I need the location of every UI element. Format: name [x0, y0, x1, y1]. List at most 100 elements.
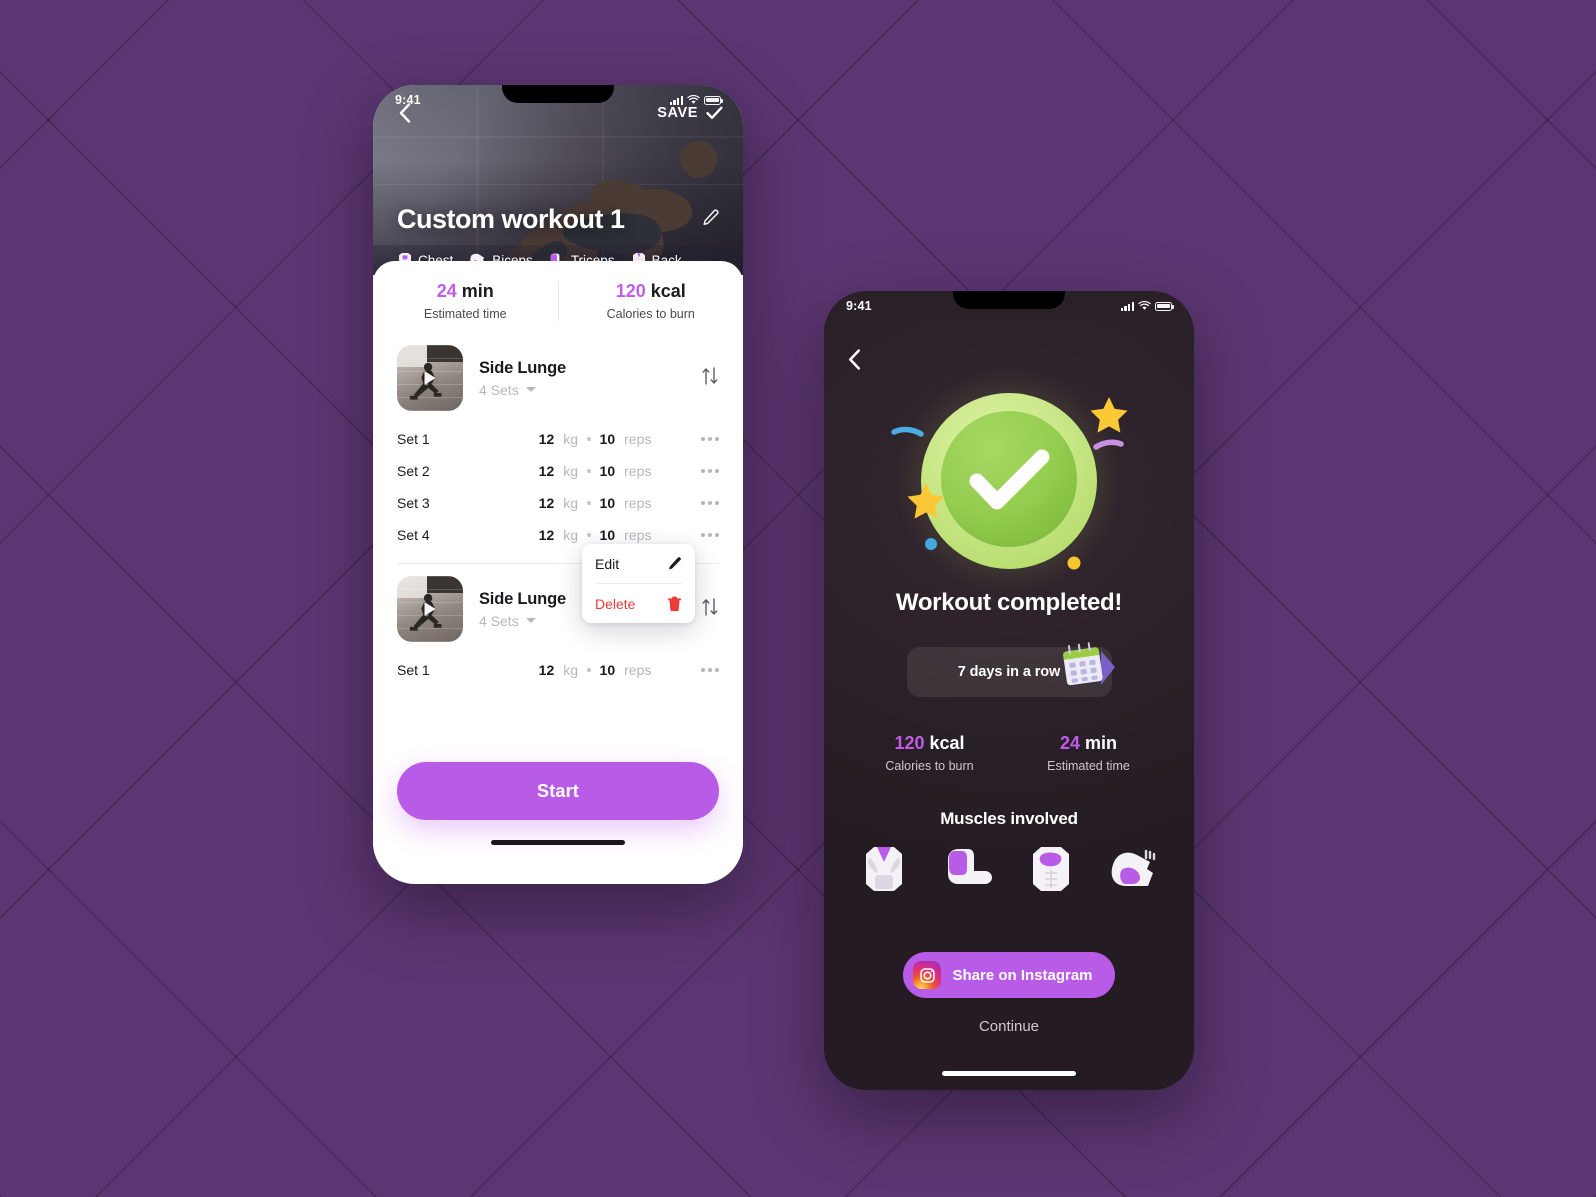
- page-title: Custom workout 1: [397, 204, 625, 234]
- pencil-icon[interactable]: [702, 208, 719, 231]
- streak-badge[interactable]: 7 days in a row: [906, 642, 1115, 697]
- chest-muscle-icon: [1032, 847, 1069, 891]
- biceps-muscle-icon: [1111, 849, 1156, 886]
- separator-dot: [587, 469, 591, 473]
- hero-header: SAVE Custom workout 1 Chest Biceps Trice…: [373, 85, 743, 275]
- exercise-name: Side Lunge: [479, 358, 566, 377]
- stat-unit: kcal: [929, 733, 965, 753]
- set-reps: 10: [599, 495, 616, 511]
- home-indicator: [942, 1071, 1076, 1076]
- play-icon: [424, 602, 436, 616]
- status-icons: [1120, 301, 1174, 311]
- stat-number: 120: [894, 733, 925, 753]
- workout-stats: 24 min Estimated time 120 kcal Calories …: [373, 261, 743, 339]
- set-reps-unit: reps: [624, 527, 652, 543]
- more-dots-icon[interactable]: [691, 527, 719, 543]
- set-name: Set 2: [397, 463, 430, 479]
- stat-value: 120 kcal: [559, 281, 744, 302]
- status-bar-left: 9:41: [373, 85, 743, 115]
- stat-unit: kcal: [650, 281, 686, 301]
- muscles-involved-title: Muscles involved: [940, 809, 1078, 828]
- instagram-icon: [913, 961, 942, 989]
- trash-icon: [667, 596, 682, 611]
- calendar-icon: [1055, 635, 1117, 698]
- set-context-menu: Edit Delete: [582, 544, 695, 623]
- set-reps-unit: reps: [624, 662, 652, 678]
- set-values: 12 kg 10 reps: [539, 463, 691, 479]
- status-time: 9:41: [846, 299, 872, 313]
- set-row[interactable]: Set 1 12 kg 10 reps: [397, 654, 719, 686]
- set-name: Set 1: [397, 431, 430, 447]
- status-bar-right: 9:41: [824, 291, 1194, 321]
- reorder-arrows-icon[interactable]: [701, 597, 719, 622]
- back-chevron-icon[interactable]: [848, 349, 861, 375]
- stat-unit: min: [1085, 733, 1118, 753]
- set-weight: 12: [538, 527, 555, 543]
- context-menu-delete[interactable]: Delete: [582, 584, 695, 623]
- muscles-involved-icons: [850, 829, 1168, 897]
- stat-number: 24: [1059, 733, 1080, 753]
- notch: [502, 85, 614, 103]
- set-weight: 12: [538, 431, 555, 447]
- set-reps: 10: [599, 527, 616, 543]
- stat-unit: min: [461, 281, 494, 301]
- set-reps-unit: reps: [624, 495, 652, 511]
- separator-dot: [587, 501, 591, 505]
- chevron-down-icon: [525, 387, 536, 392]
- exercise-sets-dropdown[interactable]: 4 Sets: [479, 382, 685, 398]
- stat-label: Estimated time: [1047, 759, 1130, 773]
- workout-sheet: 24 min Estimated time 120 kcal Calories …: [373, 261, 743, 854]
- stat-label: Calories to burn: [885, 759, 974, 773]
- continue-button[interactable]: Continue: [979, 1018, 1039, 1061]
- stat-estimated-time: 24 min Estimated time: [373, 281, 558, 321]
- set-weight: 12: [538, 662, 555, 678]
- completion-screen: Workout completed! 7 days in a row 120 k…: [824, 321, 1194, 1090]
- battery-icon: [1155, 301, 1174, 311]
- exercise-sets-label: 4 Sets: [479, 612, 519, 629]
- set-values: 12 kg 10 reps: [539, 662, 691, 678]
- share-on-instagram-button[interactable]: Share on Instagram: [903, 952, 1115, 998]
- set-name: Set 3: [397, 495, 430, 511]
- exercise-card-header: Side Lunge 4 Sets: [397, 339, 719, 423]
- more-dots-icon[interactable]: [691, 495, 719, 511]
- stat-number: 120: [615, 281, 646, 301]
- cellular-bars-icon: [669, 95, 683, 105]
- context-menu-edit[interactable]: Edit: [582, 544, 695, 583]
- start-button[interactable]: Start: [397, 762, 719, 820]
- separator-dot: [587, 533, 591, 537]
- exercise-list[interactable]: Side Lunge 4 Sets Set 1 12 kg 10 reps Se…: [373, 339, 743, 748]
- set-weight-unit: kg: [563, 527, 579, 543]
- more-dots-icon[interactable]: [691, 662, 719, 678]
- more-dots-icon[interactable]: [691, 463, 719, 479]
- battery-icon: [704, 95, 723, 105]
- home-indicator: [491, 840, 625, 845]
- set-reps-unit: reps: [624, 463, 652, 479]
- stat-estimated-time: 24 min Estimated time: [1009, 733, 1168, 773]
- exercise-meta: Side Lunge 4 Sets: [479, 359, 685, 398]
- separator-dot: [587, 668, 591, 672]
- exercise-sets-label: 4 Sets: [479, 381, 519, 398]
- stat-number: 24: [436, 281, 457, 301]
- play-icon: [424, 371, 436, 385]
- exercise-video-thumbnail[interactable]: [397, 345, 463, 411]
- set-reps: 10: [599, 662, 616, 678]
- set-weight-unit: kg: [563, 431, 579, 447]
- set-row[interactable]: Set 3 12 kg 10 reps: [397, 487, 719, 519]
- stat-label: Calories to burn: [606, 307, 695, 321]
- completion-stats: 120 kcal Calories to burn 24 min Estimat…: [850, 733, 1168, 773]
- set-reps-unit: reps: [624, 431, 652, 447]
- back-muscle-icon: [866, 847, 902, 891]
- more-dots-icon[interactable]: [691, 431, 719, 447]
- exercise-video-thumbnail[interactable]: [397, 576, 463, 642]
- set-weight: 12: [538, 495, 555, 511]
- start-button-container: Start: [373, 748, 743, 830]
- streak-label: 7 days in a row: [957, 664, 1061, 680]
- status-time: 9:41: [395, 93, 421, 107]
- phone-workout-detail: SAVE Custom workout 1 Chest Biceps Trice…: [373, 85, 743, 884]
- set-row[interactable]: Set 2 12 kg 10 reps: [397, 455, 719, 487]
- reorder-arrows-icon[interactable]: [701, 366, 719, 391]
- stat-value: 120 kcal: [850, 733, 1009, 754]
- set-row[interactable]: Set 1 12 kg 10 reps: [397, 423, 719, 455]
- set-values: 12 kg 10 reps: [539, 431, 691, 447]
- set-name: Set 1: [397, 662, 430, 678]
